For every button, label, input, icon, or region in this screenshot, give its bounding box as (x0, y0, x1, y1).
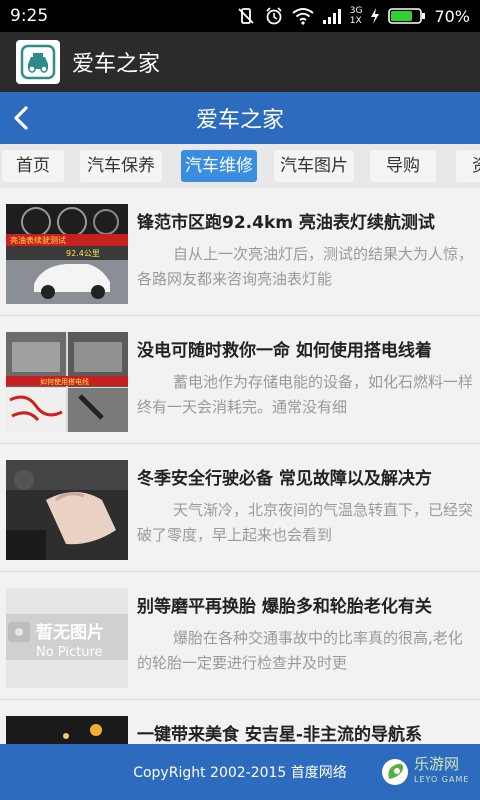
app-logo (16, 40, 60, 84)
vibrate-off-icon (238, 8, 254, 24)
page-header: 爱车之家 (0, 92, 480, 144)
article-summary: 天气渐冷，北京夜间的气温急转直下，已经突破了零度，早上起来也会看到 (137, 501, 474, 544)
article-thumbnail: 亮油表续驶测试 92.4公里 (6, 204, 128, 304)
article-summary: 自从上一次亮油灯后，测试的结果大为人惊，各路网友都来咨询亮油表灯能 (137, 245, 474, 288)
charging-icon (371, 8, 380, 24)
article-summary: 爆胎在各种交通事故中的比率真的很高,老化的轮胎一定要进行检查并及时更 (137, 629, 463, 672)
app-bar: 爱车之家 (0, 32, 480, 92)
app-title: 爱车之家 (72, 52, 161, 77)
footer: CopyRight 2002-2015 首度网络 乐游网 LEYO GAME (0, 744, 480, 800)
svg-text:92.4公里: 92.4公里 (66, 249, 100, 258)
article-title: 冬季安全行驶必备 常见故障以及解决方 (137, 469, 432, 489)
list-item[interactable]: 如何使用搭电线 没电可随时救你一命 如何使用搭电线着 蓄电池作为存储电能的设备，… (0, 316, 480, 444)
tab-car-maintenance[interactable]: 汽车保养 (80, 150, 162, 182)
tab-more[interactable]: 资 (456, 150, 480, 182)
wifi-icon (292, 8, 314, 25)
category-tabs: 首页 汽车保养 汽车维修 汽车图片 导购 资 (0, 144, 480, 188)
back-button[interactable] (6, 102, 36, 134)
list-item[interactable]: 亮油表续驶测试 92.4公里 锋范市区跑92.4km 亮油表灯续航测试 自从上一… (0, 188, 480, 316)
leyo-logo-icon (382, 759, 408, 785)
battery-icon (388, 8, 426, 24)
svg-text:亮油表续驶测试: 亮油表续驶测试 (10, 235, 66, 245)
list-item[interactable]: 冬季安全行驶必备 常见故障以及解决方 天气渐冷，北京夜间的气温急转直下，已经突破… (0, 444, 480, 572)
back-arrow-icon (14, 106, 28, 130)
article-title: 没电可随时救你一命 如何使用搭电线着 (137, 341, 432, 361)
tab-car-pictures[interactable]: 汽车图片 (274, 150, 354, 182)
alarm-icon (266, 7, 282, 25)
svg-text:No Picture: No Picture (36, 645, 103, 660)
list-item[interactable]: 一键带来美食 安吉星-非主流的导航系 (0, 700, 480, 744)
network-type: 3G 1X (349, 6, 363, 26)
list-item[interactable]: 暂无图片 No Picture 别等磨平再换胎 爆胎多和轮胎老化有关 爆胎在各种… (0, 572, 480, 700)
svg-text:暂无图片: 暂无图片 (36, 622, 104, 643)
article-summary: 蓄电池作为存储电能的设备，如化石燃料一样终有一天会消耗完。通常没有细 (137, 373, 474, 416)
tab-buying-guide[interactable]: 导购 (370, 150, 436, 182)
article-title: 一键带来美食 安吉星-非主流的导航系 (137, 725, 422, 744)
page-title: 爱车之家 (195, 108, 284, 133)
battery-percent: 70% (434, 6, 470, 26)
status-time: 9:25 (10, 6, 49, 26)
article-thumbnail (6, 460, 128, 560)
watermark: 乐游网 LEYO GAME (380, 750, 470, 794)
svg-text:如何使用搭电线: 如何使用搭电线 (40, 377, 89, 386)
article-thumbnail: 暂无图片 No Picture (6, 588, 128, 688)
article-thumbnail: 如何使用搭电线 (6, 332, 128, 432)
article-thumbnail (6, 716, 128, 744)
signal-icon (322, 9, 341, 24)
car-logo-icon (20, 44, 56, 80)
tab-car-repair[interactable]: 汽车维修 (181, 150, 257, 182)
article-list: 亮油表续驶测试 92.4公里 锋范市区跑92.4km 亮油表灯续航测试 自从上一… (0, 188, 480, 744)
copyright-text: CopyRight 2002-2015 首度网络 (133, 765, 347, 781)
article-title: 别等磨平再换胎 爆胎多和轮胎老化有关 (137, 597, 432, 617)
article-title: 锋范市区跑92.4km 亮油表灯续航测试 (137, 213, 435, 233)
status-bar: 9:25 3G 1X 70% (0, 0, 480, 32)
tab-home[interactable]: 首页 (2, 150, 64, 182)
